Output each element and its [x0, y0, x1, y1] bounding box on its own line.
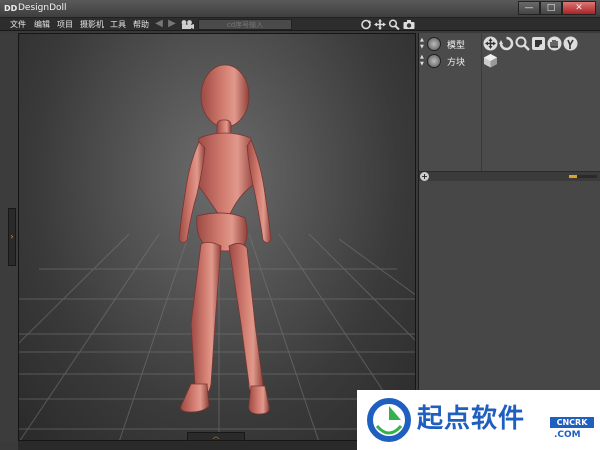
add-object-plus-icon[interactable]: +	[420, 172, 429, 181]
window-controls: — □ ✕	[518, 1, 596, 16]
maximize-button[interactable]: □	[540, 1, 562, 15]
doll-figure[interactable]	[178, 64, 272, 415]
pan-view-icon[interactable]	[374, 19, 386, 30]
undo-arrow-icon[interactable]: ◀	[153, 19, 165, 30]
bottom-panel-toggle[interactable]: ︿	[187, 432, 245, 441]
watermark-tag: CNCRK	[550, 417, 594, 428]
window-title: DesignDoll	[18, 3, 67, 13]
redo-arrow-icon[interactable]: ▶	[166, 19, 178, 30]
watermark-logo-icon	[367, 398, 411, 442]
move-tool-icon[interactable]	[483, 36, 498, 51]
camera-icon[interactable]	[180, 19, 194, 30]
left-panel-toggle[interactable]: ›	[8, 208, 16, 266]
rotate-tool-icon[interactable]	[499, 36, 514, 51]
slider-fill	[569, 175, 578, 178]
hand-open-icon[interactable]	[563, 36, 578, 51]
app-icon: DD	[4, 4, 18, 13]
object-row-block[interactable]: ▲ ▼ 方块	[419, 53, 481, 69]
screenshot-camera-icon[interactable]	[403, 19, 415, 30]
menu-file[interactable]: 文件	[10, 19, 26, 30]
hand-pose-icon[interactable]	[547, 36, 562, 51]
object-label-model: 模型	[447, 41, 466, 51]
menu-bar: 文件 编辑 项目 摄影机 工具 帮助 ◀ ▶	[0, 18, 600, 31]
3d-viewport[interactable]	[18, 33, 416, 441]
zoom-view-icon[interactable]	[388, 19, 400, 30]
panel-slider[interactable]	[569, 175, 597, 178]
zoom-tool-icon[interactable]	[515, 36, 530, 51]
close-button[interactable]: ✕	[562, 1, 596, 15]
frame-tool-icon[interactable]	[531, 36, 546, 51]
visibility-eye-icon[interactable]	[427, 37, 441, 51]
minimize-button[interactable]: —	[518, 1, 540, 15]
watermark-domain: .COM	[554, 430, 581, 440]
watermark: 起点软件 CNCRK .COM	[357, 390, 600, 450]
viewport-scene[interactable]	[19, 34, 416, 441]
object-row-model[interactable]: ▲ ▼ 模型	[419, 36, 481, 52]
visibility-eye-icon[interactable]	[427, 54, 441, 68]
cube-icon[interactable]	[483, 53, 498, 68]
title-bar: DD DesignDoll — □ ✕	[0, 0, 600, 18]
menu-camera[interactable]: 摄影机	[80, 19, 104, 30]
object-label-block: 方块	[447, 58, 466, 68]
rotate-view-icon[interactable]	[360, 19, 372, 30]
reorder-arrows-icon[interactable]: ▲ ▼	[420, 54, 425, 68]
right-panel: ▲ ▼ 模型 ▲ ▼ 方块 +	[418, 33, 600, 450]
menu-tools[interactable]: 工具	[110, 19, 126, 30]
menu-help[interactable]: 帮助	[133, 19, 149, 30]
camera-number-input[interactable]	[198, 19, 292, 30]
watermark-brand: 起点软件	[417, 404, 526, 434]
menu-project[interactable]: 项目	[57, 19, 73, 30]
panel-divider	[481, 33, 482, 171]
menu-edit[interactable]: 编辑	[34, 19, 50, 30]
reorder-arrows-icon[interactable]: ▲ ▼	[420, 37, 425, 51]
